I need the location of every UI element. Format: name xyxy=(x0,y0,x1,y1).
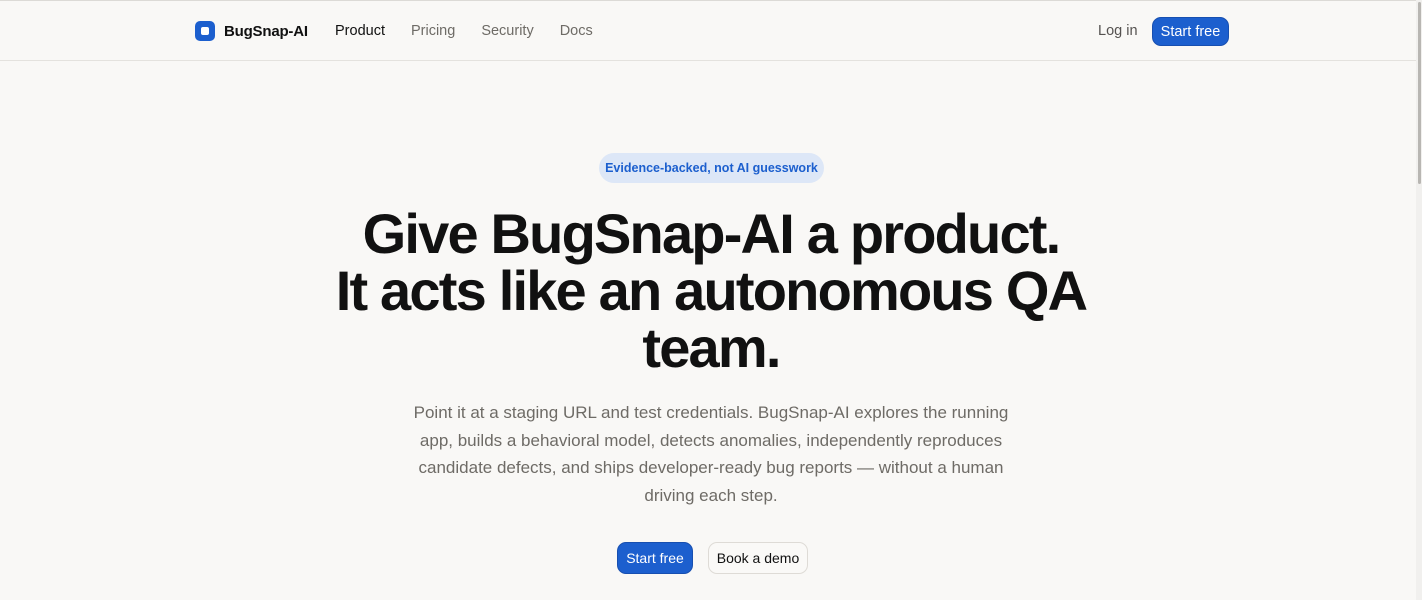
hero-description: Point it at a staging URL and test crede… xyxy=(413,403,1009,505)
hero-start-free-button[interactable]: Start free xyxy=(617,542,693,574)
evidence-badge: Evidence-backed, not AI guesswork xyxy=(599,153,824,183)
nav-pricing[interactable]: Pricing xyxy=(411,22,455,41)
headline-line-3: team. xyxy=(642,316,781,379)
nav-docs[interactable]: Docs xyxy=(560,22,593,41)
vertical-scrollbar[interactable] xyxy=(1416,0,1422,600)
logo-mark-icon xyxy=(195,21,215,41)
hero-headline: Give BugSnap-AI a product. It acts like … xyxy=(311,205,1111,376)
nav-product[interactable]: Product xyxy=(335,22,385,41)
scrollbar-thumb[interactable] xyxy=(1418,2,1421,184)
brand-name: BugSnap-AI xyxy=(224,22,308,40)
brand-home-link[interactable]: BugSnap-AI xyxy=(195,20,308,42)
primary-navigation: Product Pricing Security Docs xyxy=(335,22,619,41)
nav-security[interactable]: Security xyxy=(481,22,533,41)
headline-line-1: Give BugSnap-AI a product. xyxy=(362,202,1062,265)
top-navigation-bar: BugSnap-AI Product Pricing Security Docs… xyxy=(0,0,1422,61)
hero-actions: Start free Book a demo xyxy=(617,542,808,574)
header-start-free-button[interactable]: Start free xyxy=(1152,17,1229,46)
book-demo-button[interactable]: Book a demo xyxy=(708,542,808,574)
login-link[interactable]: Log in xyxy=(1098,22,1138,41)
headline-line-2: It acts like an autonomous QA xyxy=(335,259,1088,322)
landing-page: BugSnap-AI Product Pricing Security Docs… xyxy=(0,0,1422,600)
